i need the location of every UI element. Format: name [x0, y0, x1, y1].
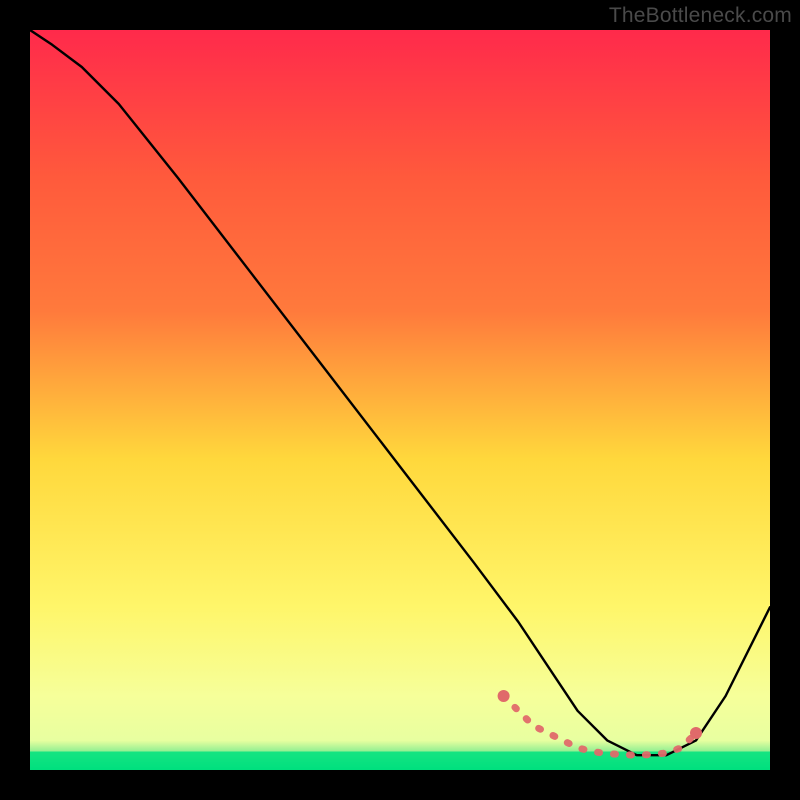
chart-svg — [30, 30, 770, 770]
chart-plot-area — [30, 30, 770, 770]
watermark-text: TheBottleneck.com — [609, 4, 792, 28]
chart-outer-frame: TheBottleneck.com — [0, 0, 800, 800]
